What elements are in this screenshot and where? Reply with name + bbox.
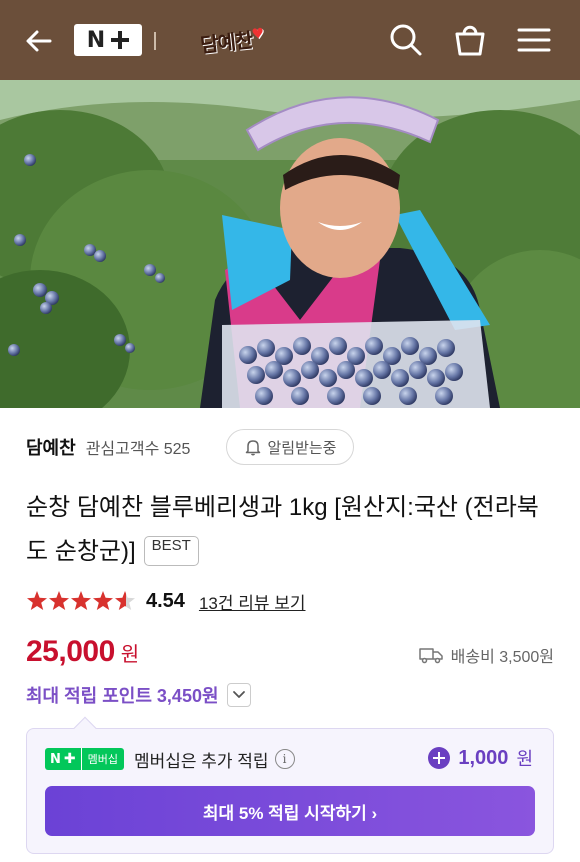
price: 25,000 원 (26, 635, 139, 669)
chevron-down-icon (232, 691, 245, 698)
heart-icon: ♥ (250, 25, 265, 43)
info-icon[interactable]: i (274, 749, 295, 769)
product-title-block: 순창 담예찬 블루베리생과 1kg [원산지:국산 (전라북도 순창군)] BES… (26, 486, 556, 574)
truck-icon (418, 648, 443, 664)
max-points: 최대 적립 포인트 3,450원 (26, 682, 251, 708)
search-icon[interactable] (388, 22, 424, 58)
shipping-fee-text: 배송비 3,500원 (450, 649, 554, 666)
price-unit: 원 (120, 644, 140, 666)
membership-panel: N ✚ 멤버십 멤버십은 추가 적립 i 1,000 원 최대 5% 적립 시작하기… (26, 716, 554, 854)
max-points-text: 최대 적립 포인트 3,450원 (26, 686, 219, 706)
membership-bonus-unit: 원 (516, 749, 533, 769)
naver-n-logo: N (86, 27, 106, 53)
bell-icon (246, 440, 261, 456)
star-icon (27, 591, 47, 610)
star-icon (93, 591, 113, 610)
n-plus-icon: N ✚ (45, 748, 81, 770)
seller-fans-count: 관심고객수 525 (85, 441, 191, 458)
membership-bonus-amount: 1,000 (458, 746, 509, 769)
rating-row: 4.54 13건 리뷰 보기 (26, 588, 306, 614)
alarm-subscribe-button[interactable]: 알림받는중 (226, 429, 354, 465)
star-icon (71, 591, 91, 610)
membership-text: 멤버십은 추가 적립 (134, 751, 269, 771)
top-app-bar: N 담예찬♥ (0, 0, 580, 80)
naver-plus-membership-badge: N ✚ 멤버십 (45, 748, 124, 770)
star-half-icon (115, 591, 135, 610)
farmer-with-blueberries-image (0, 80, 580, 408)
panel-notch (73, 716, 97, 740)
review-link[interactable]: 13건 리뷰 보기 (199, 589, 306, 614)
start-membership-button[interactable]: 최대 5% 적립 시작하기 › (45, 786, 535, 836)
store-logo[interactable]: 담예찬♥ (199, 23, 265, 59)
header-divider (154, 32, 156, 50)
plus-circle-icon (428, 747, 451, 769)
seller-info: 담예찬 관심고객수 525 (26, 428, 190, 466)
menu-icon[interactable] (516, 22, 552, 58)
star-rating (26, 590, 138, 612)
membership-badge-label: 멤버십 (80, 748, 124, 770)
alarm-label: 알림받는중 (267, 439, 337, 457)
price-amount: 25,000 (26, 635, 115, 668)
membership-row: N ✚ 멤버십 멤버십은 추가 적립 i (45, 747, 295, 771)
points-expand-button[interactable] (226, 683, 251, 707)
seller-name[interactable]: 담예찬 (26, 434, 76, 460)
shopping-bag-icon[interactable] (452, 22, 488, 58)
naver-plus-badge[interactable]: N (74, 24, 142, 56)
arrow-left-icon[interactable] (22, 24, 56, 58)
rating-score: 4.54 (146, 589, 185, 612)
star-icon (49, 591, 69, 610)
membership-bonus: 1,000 원 (428, 745, 533, 771)
best-badge: BEST (143, 535, 199, 566)
plus-icon (111, 31, 130, 49)
product-title: 순창 담예찬 블루베리생과 1kg [원산지:국산 (전라북도 순창군)] (26, 494, 539, 565)
shipping-fee: 배송비 3,500원 (418, 643, 554, 667)
product-photo[interactable] (0, 80, 580, 408)
